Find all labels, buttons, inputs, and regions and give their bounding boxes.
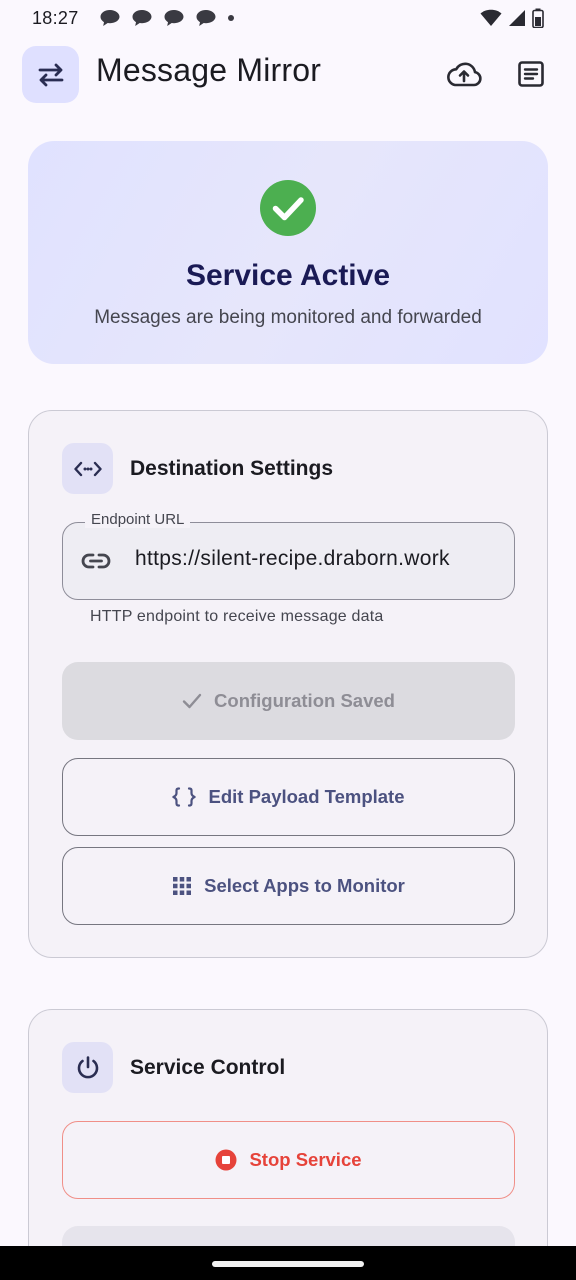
destination-settings-header: Destination Settings <box>62 443 333 494</box>
service-status-card: Service Active Messages are being monito… <box>28 141 548 364</box>
edit-payload-template-button[interactable]: Edit Payload Template <box>62 758 515 836</box>
chat-bubble-icon <box>164 10 184 26</box>
configuration-saved-button[interactable]: Configuration Saved <box>62 662 515 740</box>
app-bar: Message Mirror <box>0 44 576 104</box>
code-icon <box>73 461 102 476</box>
dot-icon <box>227 15 234 21</box>
service-status-title: Service Active <box>185 259 391 292</box>
select-apps-button[interactable]: Select Apps to Monitor <box>62 847 515 925</box>
service-control-title: Service Control <box>130 1055 286 1079</box>
endpoint-url-field[interactable]: Endpoint URL https://silent-recipe.drabo… <box>62 511 515 600</box>
endpoint-url-label: Endpoint URL <box>85 511 191 528</box>
edit-payload-template-label: Edit Payload Template <box>208 786 405 807</box>
power-icon <box>77 1055 98 1078</box>
service-control-header: Service Control <box>62 1042 285 1093</box>
status-bar: 18:27 <box>0 0 576 36</box>
link-icon <box>81 548 111 574</box>
destination-icon-box <box>62 443 113 494</box>
service-status-subtitle: Messages are being monitored and forward… <box>94 307 482 328</box>
check-icon <box>182 693 202 709</box>
signal-icon <box>509 10 525 26</box>
battery-icon <box>532 8 544 28</box>
stop-service-label: Stop Service <box>249 1149 362 1170</box>
status-bar-right <box>480 8 544 28</box>
app-logo <box>22 46 79 103</box>
stop-circle-icon <box>215 1149 237 1171</box>
swap-arrows-icon <box>38 63 63 86</box>
upload-button[interactable] <box>444 56 484 92</box>
endpoint-url-input[interactable]: https://silent-recipe.draborn.work <box>135 547 489 571</box>
destination-settings-title: Destination Settings <box>130 456 334 480</box>
logs-document-icon <box>518 61 544 87</box>
chat-bubble-icon <box>100 10 120 26</box>
configuration-saved-label: Configuration Saved <box>214 690 395 711</box>
destination-settings-card: Destination Settings Endpoint URL https:… <box>28 410 548 958</box>
logs-button[interactable] <box>511 56 551 92</box>
stop-service-button[interactable]: Stop Service <box>62 1121 515 1199</box>
wifi-icon <box>480 9 502 27</box>
service-control-card: Service Control Stop Service <box>28 1009 548 1280</box>
chat-bubble-icon <box>196 10 216 26</box>
grid-icon <box>172 876 192 896</box>
braces-icon <box>172 787 197 807</box>
endpoint-url-helper: HTTP endpoint to receive message data <box>90 608 384 625</box>
notification-icons <box>99 9 235 27</box>
select-apps-label: Select Apps to Monitor <box>204 875 405 896</box>
check-circle-icon <box>260 180 316 236</box>
status-bar-left: 18:27 <box>32 8 235 29</box>
status-time: 18:27 <box>32 7 79 28</box>
chat-bubble-icon <box>132 10 152 26</box>
home-gesture-handle[interactable] <box>212 1261 364 1267</box>
app-title: Message Mirror <box>96 52 322 88</box>
system-nav-bar <box>0 1246 576 1280</box>
service-icon-box <box>62 1042 113 1093</box>
cloud-upload-icon <box>447 62 482 87</box>
